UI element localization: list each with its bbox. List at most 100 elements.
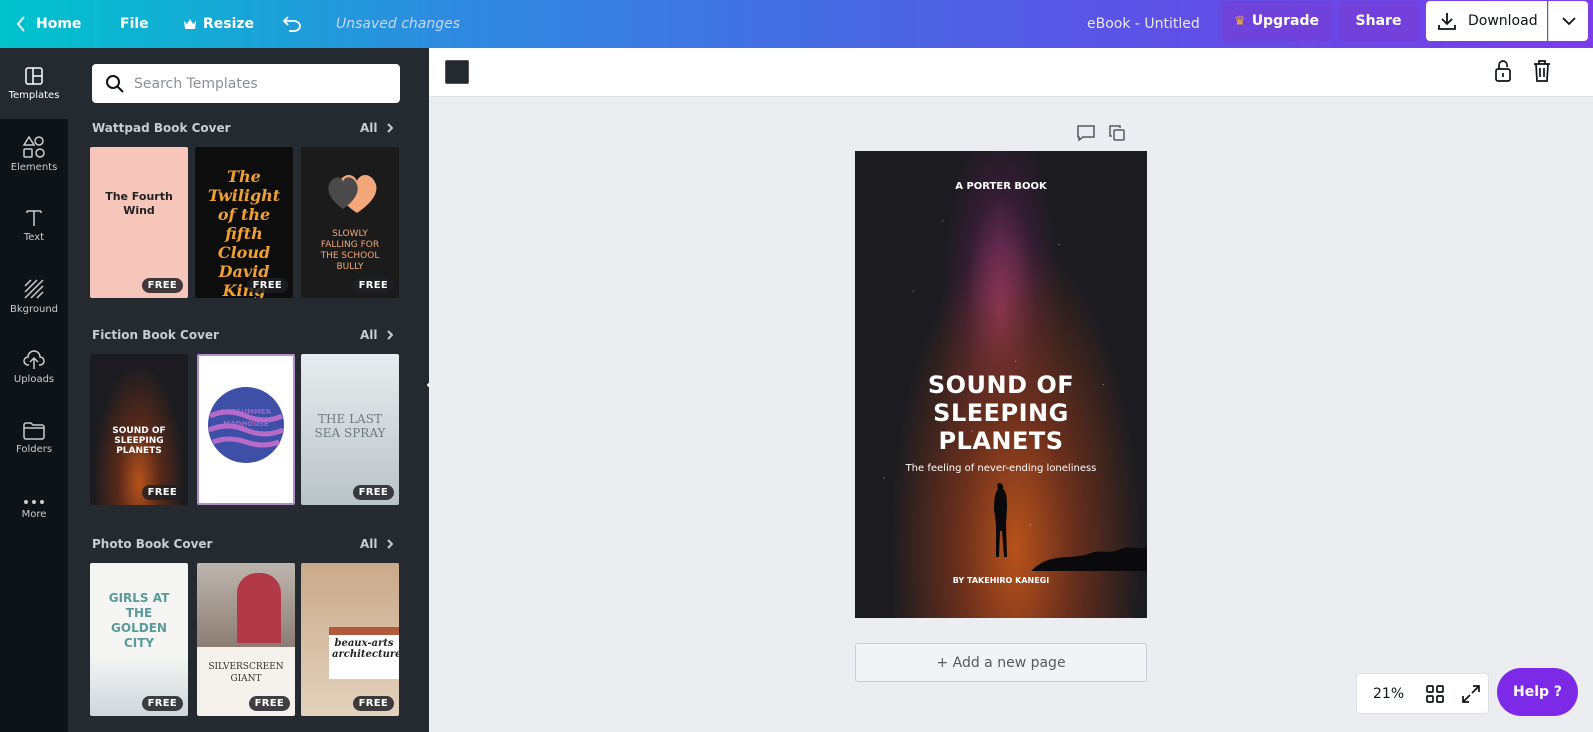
upgrade-label: Upgrade [1251,13,1319,29]
cover-title[interactable]: SOUND OF SLEEPING PLANETS [855,371,1147,455]
crown-icon [184,19,196,29]
elements-icon [23,136,45,158]
book-cover-page[interactable]: A PORTER BOOK SOUND OF SLEEPING PLANETS … [855,151,1147,618]
thumbnail-title: SILVERSCREEN GIANT [208,662,284,684]
rail-label: Elements [10,162,58,173]
chevron-right-icon [386,539,393,549]
trash-icon [1534,60,1550,82]
template-thumbnail[interactable]: SLOWLY FALLING FOR THE SCHOOL BULLY FREE [301,147,399,298]
zoom-controls: 21% [1356,673,1489,714]
cover-title-line: SOUND OF [927,371,1075,399]
undo-button[interactable] [283,0,301,48]
template-thumbnail[interactable]: The Fourth Wind FREE [90,147,188,298]
cover-subtitle[interactable]: The feeling of never-ending loneliness [855,463,1147,474]
section-title: Wattpad Book Cover [92,121,231,135]
crown-icon: ♛ [1234,13,1246,29]
thumbnail-title: SLOWLY FALLING FOR THE SCHOOL BULLY [320,229,380,272]
add-page-button[interactable]: + Add a new page [855,643,1147,682]
thumbnail-title: beaux-arts architecture [332,638,399,660]
free-badge: FREE [352,485,394,500]
see-all-link[interactable]: All [360,537,393,551]
rail-label: More [21,509,47,520]
template-thumbnail[interactable]: MIDSUMMER MADHOUSE [197,354,295,505]
lock-button[interactable] [1494,60,1512,86]
cover-publisher[interactable]: A PORTER BOOK [855,181,1147,192]
rail-item-more[interactable]: More [0,474,68,545]
file-menu-button[interactable]: File [120,0,149,48]
free-badge: FREE [246,278,288,293]
template-thumbnail[interactable]: GIRLS AT THE GOLDEN CITY FREE [90,563,188,716]
resize-button[interactable]: Resize [184,0,254,48]
left-rail: Templates Elements Text Bkground Uploads… [0,48,68,732]
free-badge: FREE [141,278,183,293]
help-button[interactable]: Help ? [1497,668,1578,716]
zoom-level[interactable]: 21% [1373,686,1404,702]
chevron-right-icon [386,330,393,340]
duplicate-page-icon[interactable] [1109,125,1125,141]
download-options-button[interactable] [1548,1,1588,41]
photo-person [237,573,281,643]
chevron-right-icon [386,123,393,133]
templates-icon [25,67,43,85]
free-badge: FREE [141,485,183,500]
search-input[interactable] [134,75,384,92]
rail-label: Folders [15,444,53,455]
rail-item-folders[interactable]: Folders [0,403,68,474]
rail-item-elements[interactable]: Elements [0,119,68,190]
lock-icon [1495,60,1511,82]
rail-item-templates[interactable]: Templates [0,48,68,119]
download-button[interactable]: Download [1426,1,1547,41]
templates-panel: Wattpad Book Cover All The Fourth Wind F… [68,48,429,732]
rail-item-uploads[interactable]: Uploads [0,332,68,403]
fullscreen-icon[interactable] [1462,684,1480,703]
free-badge: FREE [352,278,394,293]
see-all-link[interactable]: All [360,121,393,135]
delete-button[interactable] [1533,60,1551,86]
template-thumbnail[interactable]: THE LAST SEA SPRAY FREE [301,354,399,505]
rail-label: Templates [8,90,60,101]
thumbnail-title: THE LAST SEA SPRAY [314,412,386,440]
free-badge: FREE [352,696,394,711]
free-badge: FREE [248,696,290,711]
silhouette-image [994,483,1147,571]
canvas-scrollbar[interactable] [1585,97,1593,732]
rail-item-text[interactable]: Text [0,190,68,261]
undo-icon [283,16,301,32]
cover-title-line: PLANETS [938,427,1064,455]
template-thumbnail[interactable]: SOUND OF SLEEPING PLANETS FREE [90,354,188,505]
cover-author[interactable]: BY TAKEHIRO KANEGI [855,576,1147,585]
section-title: Photo Book Cover [92,537,213,551]
chevron-down-icon [1561,17,1576,25]
folder-icon [23,422,45,440]
page-tools [1077,125,1125,141]
resize-label: Resize [203,16,255,32]
download-icon [1438,13,1456,30]
thumbnail-title: The Fourth Wind [105,190,173,217]
template-thumbnail[interactable]: beaux-arts architecture FREE [301,563,399,716]
template-thumbnail[interactable]: SILVERSCREEN GIANT FREE [197,563,295,716]
download-label: Download [1468,13,1538,29]
home-label: Home [36,16,82,32]
unsaved-changes-status: Unsaved changes [336,16,461,32]
background-icon [24,279,44,299]
comment-icon[interactable] [1077,125,1095,141]
see-all-link[interactable]: All [360,328,393,342]
more-icon [24,500,44,504]
search-box[interactable] [92,64,400,103]
design-canvas: A PORTER BOOK SOUND OF SLEEPING PLANETS … [429,97,1585,732]
chevron-left-icon [16,16,25,32]
thumbnail-title: MIDSUMMER MADHOUSE [220,408,272,428]
grid-view-icon[interactable] [1426,684,1444,703]
home-button[interactable]: Home [16,0,81,48]
upgrade-button[interactable]: ♛ Upgrade [1222,1,1331,41]
see-all-label: All [360,328,378,342]
template-thumbnail[interactable]: The Twilight of the fifth Cloud David Ki… [195,147,293,298]
title-card: beaux-arts architecture [329,627,399,679]
free-badge: FREE [141,696,183,711]
share-button[interactable]: Share [1339,1,1418,41]
document-title[interactable]: eBook - Untitled [1087,0,1200,48]
thumbnail-title: SOUND OF SLEEPING PLANETS [112,426,166,456]
rail-label: Bkground [9,304,59,315]
rail-item-background[interactable]: Bkground [0,261,68,332]
background-color-swatch[interactable] [445,60,469,84]
